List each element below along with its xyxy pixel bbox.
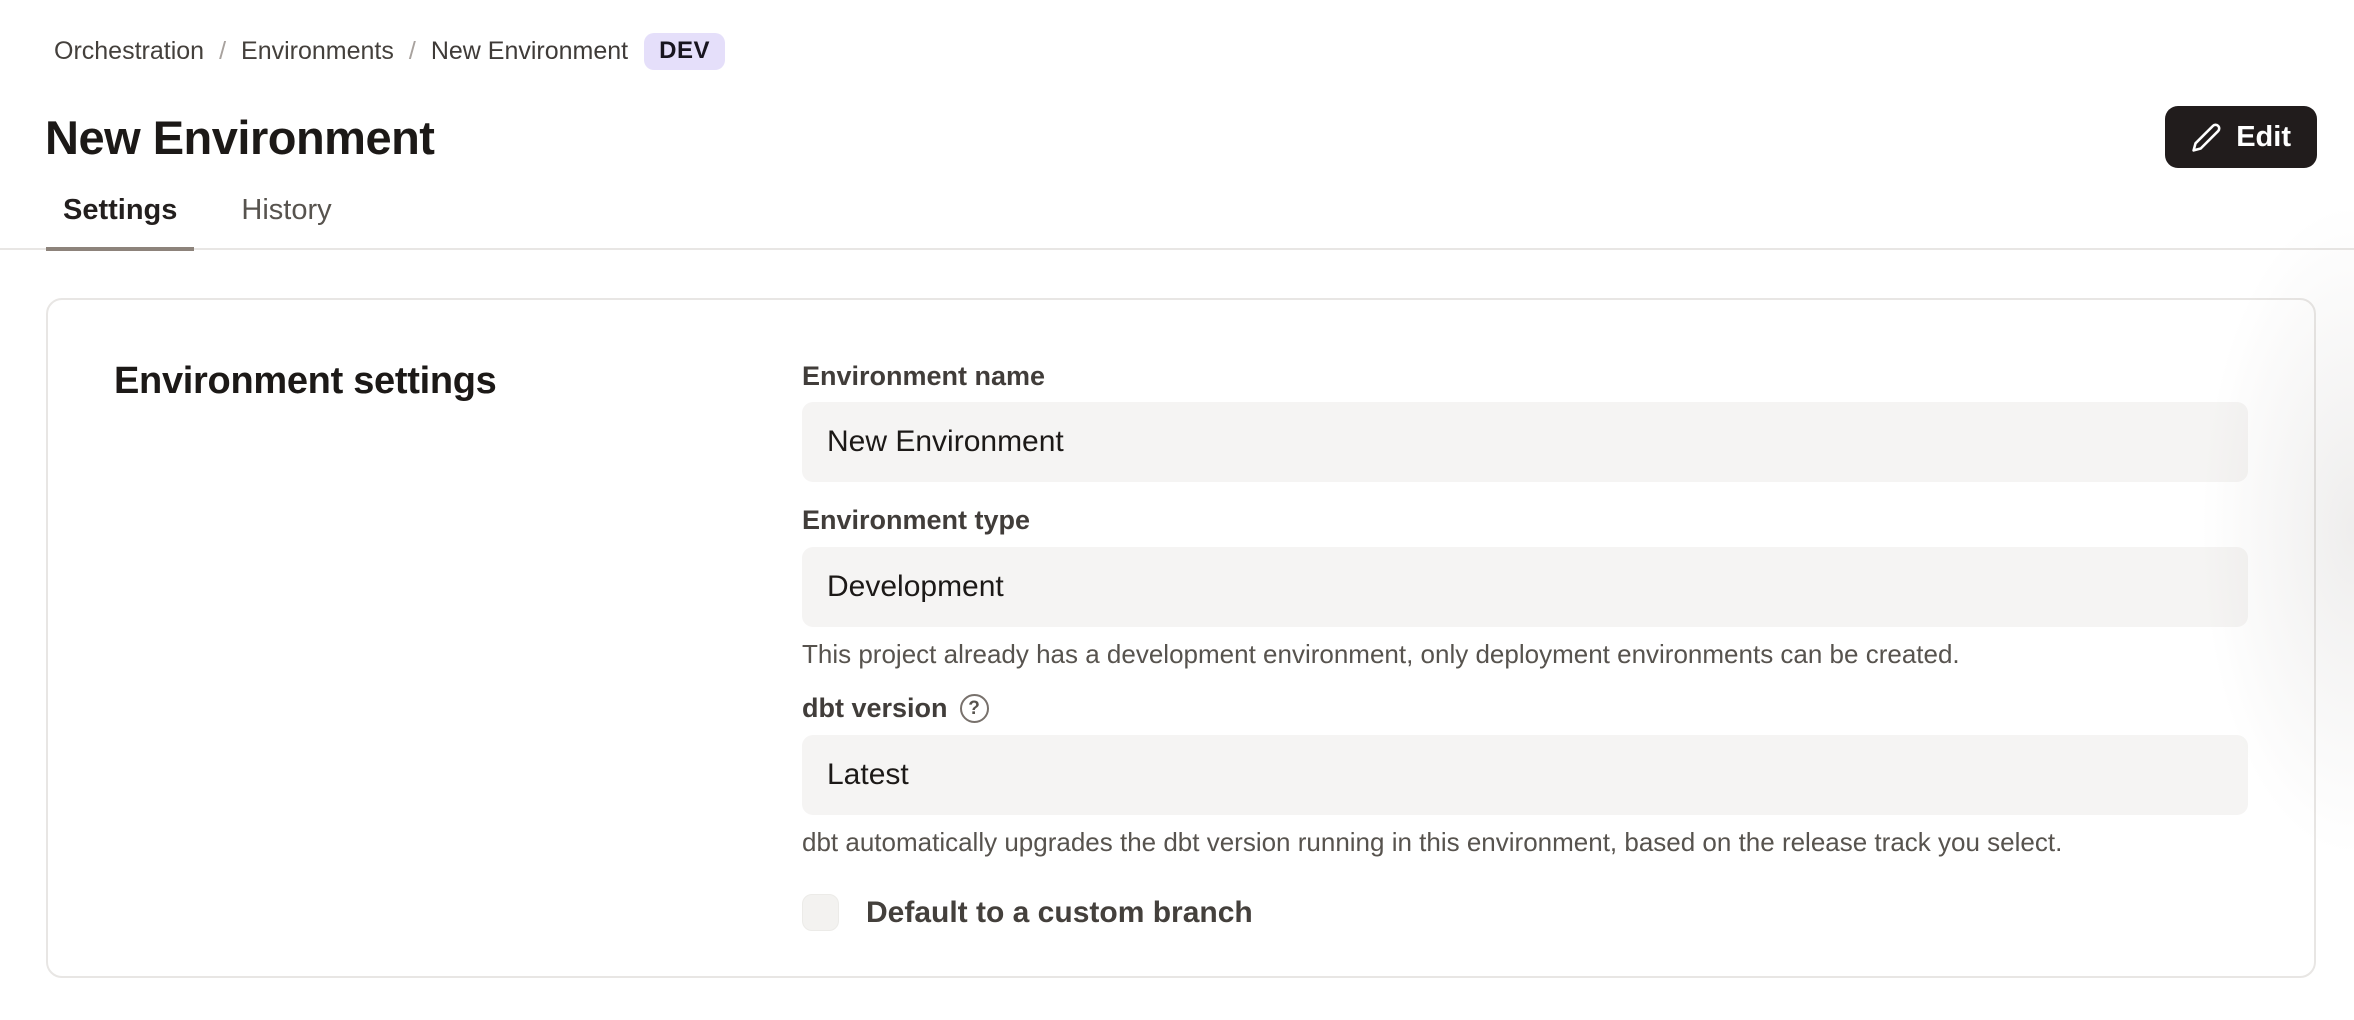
custom-branch-checkbox[interactable]: [802, 894, 839, 931]
dbt-version-input[interactable]: [802, 735, 2248, 815]
help-icon[interactable]: ?: [960, 694, 989, 723]
edit-button[interactable]: Edit: [2165, 106, 2317, 168]
card-heading: Environment settings: [114, 360, 802, 403]
custom-branch-label: Default to a custom branch: [866, 896, 1253, 930]
tab-history-label: History: [241, 194, 331, 226]
environment-name-field: Environment name: [802, 360, 2248, 482]
dbt-version-label: dbt version: [802, 692, 948, 724]
breadcrumb: Orchestration / Environments / New Envir…: [0, 0, 2354, 70]
tab-history[interactable]: History: [224, 194, 348, 251]
dbt-version-helper-text: dbt automatically upgrades the dbt versi…: [802, 826, 2248, 859]
breadcrumb-current: New Environment: [431, 37, 628, 66]
environment-name-label: Environment name: [802, 360, 1045, 392]
tab-settings-label: Settings: [63, 194, 177, 226]
breadcrumb-separator: /: [409, 37, 416, 66]
environment-type-label: Environment type: [802, 504, 1030, 536]
environment-type-helper-text: This project already has a development e…: [802, 638, 2248, 671]
breadcrumb-link-orchestration[interactable]: Orchestration: [54, 37, 204, 66]
environment-type-input[interactable]: [802, 547, 2248, 627]
tab-bar: Settings History: [0, 194, 2354, 250]
environment-dev-badge: DEV: [644, 33, 725, 70]
card-heading-column: Environment settings: [114, 360, 802, 916]
pencil-icon: [2191, 122, 2222, 153]
environment-name-input[interactable]: [802, 402, 2248, 482]
dbt-version-field: dbt version ? dbt automatically upgrades…: [802, 692, 2248, 858]
environment-settings-form: Environment name Environment type This p…: [802, 360, 2248, 916]
breadcrumb-separator: /: [219, 37, 226, 66]
page-header: New Environment Edit: [0, 70, 2354, 168]
custom-branch-row: Default to a custom branch: [802, 894, 2248, 931]
environment-type-field: Environment type This project already ha…: [802, 504, 2248, 670]
page-title: New Environment: [45, 110, 434, 165]
breadcrumb-link-environments[interactable]: Environments: [241, 37, 394, 66]
environment-settings-card: Environment settings Environment name En…: [46, 298, 2316, 978]
edit-button-label: Edit: [2236, 121, 2291, 154]
tab-settings[interactable]: Settings: [46, 194, 194, 251]
